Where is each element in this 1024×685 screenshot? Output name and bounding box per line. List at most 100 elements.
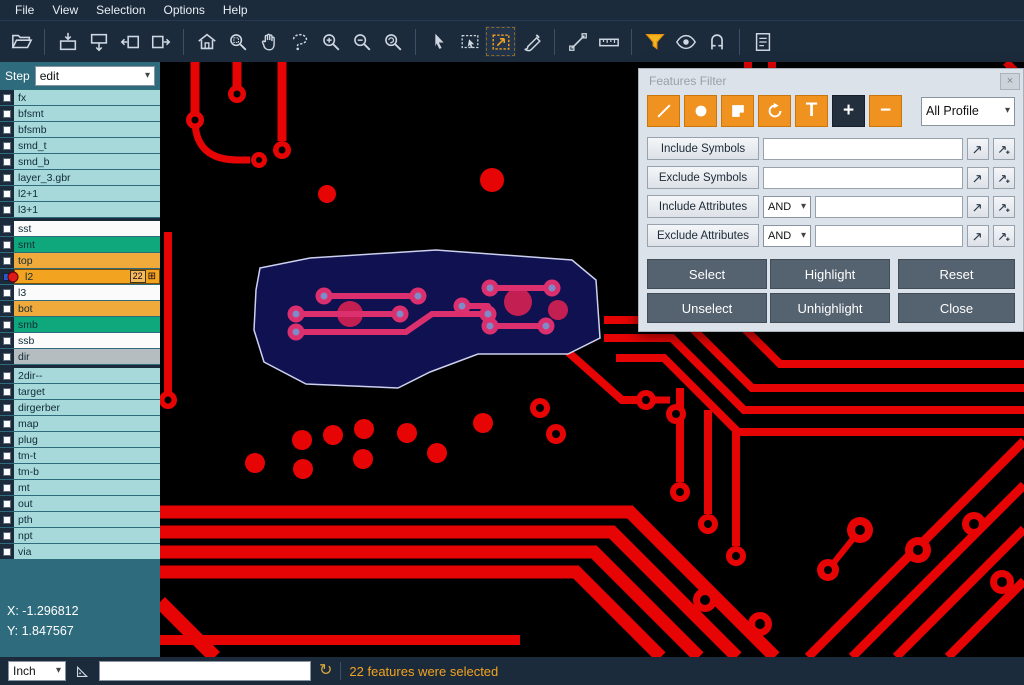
close-button[interactable]: Close [898, 293, 1015, 323]
layer-checkbox[interactable] [3, 190, 11, 198]
reset-button[interactable]: Reset [898, 259, 1015, 289]
layer-row[interactable]: fx [0, 90, 160, 105]
layer-swatch[interactable]: dir [14, 349, 160, 364]
layer-checkbox[interactable] [3, 452, 11, 460]
layer-swatch[interactable]: smt [14, 237, 160, 252]
select-window-button[interactable] [454, 26, 485, 57]
layer-visibility-cell[interactable] [0, 333, 14, 348]
layer-row[interactable]: bot [0, 301, 160, 316]
layer-visibility-cell[interactable] [0, 384, 14, 399]
layer-visibility-cell[interactable] [0, 432, 14, 447]
filter-text-button[interactable]: T [795, 95, 828, 127]
layer-visibility-cell[interactable] [0, 202, 14, 217]
layer-checkbox[interactable] [3, 420, 11, 428]
layer-visibility-cell[interactable] [0, 122, 14, 137]
filter-pads-button[interactable] [684, 95, 717, 127]
refresh-icon[interactable]: ↻ [319, 663, 332, 679]
layer-checkbox[interactable] [3, 305, 11, 313]
layer-row[interactable]: mt [0, 480, 160, 495]
include-attributes-input[interactable] [815, 196, 963, 218]
exclude-attributes-pick-add-button[interactable] [993, 225, 1015, 247]
layer-swatch[interactable]: smd_t [14, 138, 160, 153]
layer-checkbox[interactable] [3, 289, 11, 297]
layer-swatch[interactable]: l2 22 ⊞ [14, 269, 160, 284]
ruler-button[interactable] [593, 26, 624, 57]
layer-visibility-cell[interactable] [0, 170, 14, 185]
layer-checkbox[interactable] [3, 158, 11, 166]
include-attributes-operator-select[interactable]: AND ▾ [763, 196, 811, 218]
import-button[interactable] [52, 26, 83, 57]
layer-row[interactable]: target [0, 384, 160, 399]
exclude-attributes-operator-select[interactable]: AND ▾ [763, 225, 811, 247]
layer-row[interactable]: l3 [0, 285, 160, 300]
menu-help[interactable]: Help [214, 2, 257, 18]
open-button[interactable] [6, 26, 37, 57]
layer-checkbox[interactable] [3, 225, 11, 233]
layer-checkbox[interactable] [3, 241, 11, 249]
exclude-attributes-input[interactable] [815, 225, 963, 247]
unhighlight-button[interactable]: Unhighlight [770, 293, 890, 323]
layer-checkbox[interactable] [3, 321, 11, 329]
layer-swatch[interactable]: target [14, 384, 160, 399]
layer-row[interactable]: bfsmb [0, 122, 160, 137]
layer-checkbox[interactable] [3, 337, 11, 345]
layer-checkbox[interactable] [3, 484, 11, 492]
layer-row[interactable]: l2+1 [0, 186, 160, 201]
measure-line-button[interactable] [562, 26, 593, 57]
layer-visibility-cell[interactable] [0, 317, 14, 332]
view-options-button[interactable] [670, 26, 701, 57]
layer-visibility-cell[interactable] [0, 301, 14, 316]
layer-checkbox[interactable] [3, 94, 11, 102]
layer-visibility-cell[interactable] [0, 253, 14, 268]
report-button[interactable] [747, 26, 778, 57]
layer-checkbox[interactable] [3, 257, 11, 265]
menu-options[interactable]: Options [155, 2, 214, 18]
layer-visibility-cell[interactable] [0, 221, 14, 236]
layer-visibility-cell[interactable] [0, 528, 14, 543]
layer-swatch[interactable]: bot [14, 301, 160, 316]
prev-step-button[interactable] [114, 26, 145, 57]
filter-positive-button[interactable]: + [832, 95, 865, 127]
layer-row[interactable]: dirgerber [0, 400, 160, 415]
layer-swatch[interactable]: bfsmt [14, 106, 160, 121]
command-input[interactable] [99, 661, 311, 681]
exclude-symbols-input[interactable] [763, 167, 963, 189]
exclude-symbols-button[interactable]: Exclude Symbols [647, 166, 759, 189]
layer-swatch[interactable]: fx [14, 90, 160, 105]
zoom-reset-button[interactable] [377, 26, 408, 57]
layer-visibility-cell[interactable] [0, 480, 14, 495]
exclude-attributes-button[interactable]: Exclude Attributes [647, 224, 759, 247]
dialog-titlebar[interactable]: Features Filter [639, 69, 1023, 93]
profile-select[interactable]: All Profile ▾ [921, 97, 1015, 126]
layer-row[interactable]: top [0, 253, 160, 268]
layer-visibility-cell[interactable] [0, 512, 14, 527]
layer-swatch[interactable]: l3 [14, 285, 160, 300]
layer-swatch[interactable]: sst [14, 221, 160, 236]
layer-row[interactable]: plug [0, 432, 160, 447]
exclude-symbols-pick-button[interactable] [967, 167, 989, 189]
layer-swatch[interactable]: dirgerber [14, 400, 160, 415]
layer-checkbox[interactable] [3, 500, 11, 508]
layer-swatch[interactable]: top [14, 253, 160, 268]
layer-checkbox[interactable] [3, 110, 11, 118]
filter-negative-button[interactable]: − [869, 95, 902, 127]
select-button[interactable]: Select [647, 259, 767, 289]
layer-visibility-cell[interactable] [0, 400, 14, 415]
export-button[interactable] [83, 26, 114, 57]
layer-row[interactable]: l3+1 [0, 202, 160, 217]
include-attributes-pick-button[interactable] [967, 196, 989, 218]
layer-swatch[interactable]: l2+1 [14, 186, 160, 201]
units-select[interactable]: Inch ▾ [8, 661, 66, 681]
home-view-button[interactable] [191, 26, 222, 57]
filter-arcs-button[interactable] [758, 95, 791, 127]
layer-row[interactable]: pth [0, 512, 160, 527]
layer-visibility-cell[interactable] [0, 285, 14, 300]
layer-checkbox[interactable] [3, 548, 11, 556]
layer-swatch[interactable]: pth [14, 512, 160, 527]
include-attributes-pick-add-button[interactable] [993, 196, 1015, 218]
select-features-button[interactable] [485, 26, 516, 57]
menu-view[interactable]: View [43, 2, 87, 18]
include-symbols-pick-add-button[interactable] [993, 138, 1015, 160]
layer-row[interactable]: smt [0, 237, 160, 252]
layer-grid-icon[interactable]: ⊞ [148, 272, 156, 282]
